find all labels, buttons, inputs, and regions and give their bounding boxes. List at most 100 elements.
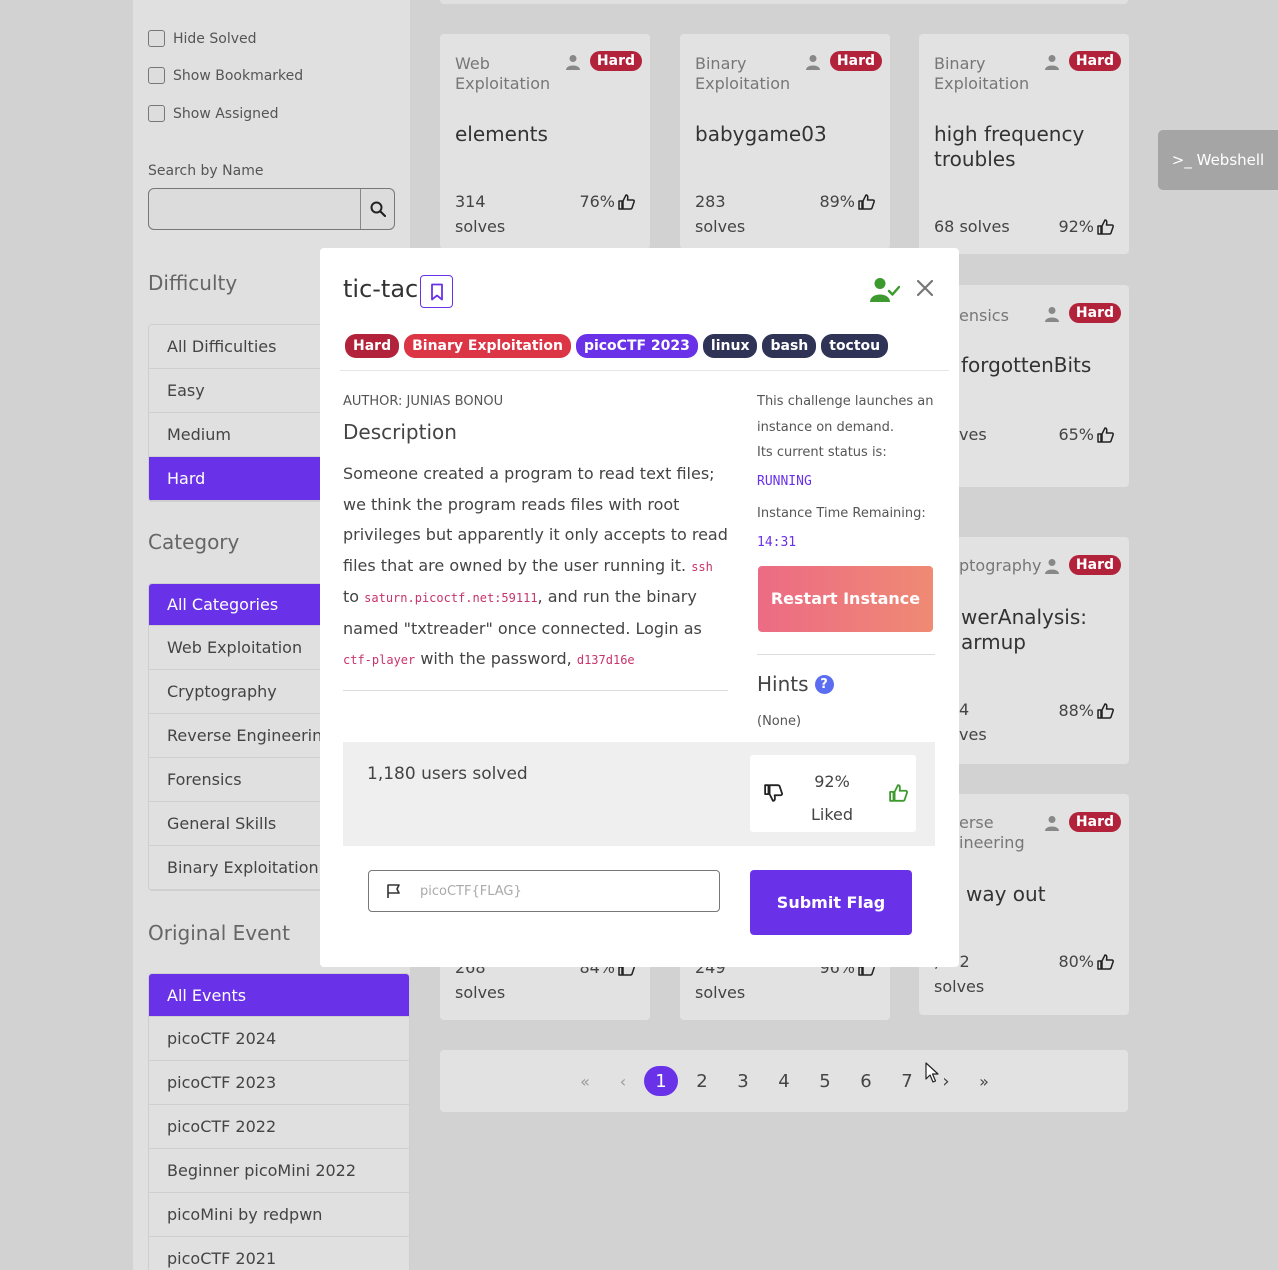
- title-line: werAnalysis:: [961, 605, 1088, 629]
- thumbs-down-icon[interactable]: [764, 784, 783, 802]
- page-2[interactable]: 2: [685, 1066, 719, 1096]
- checkbox-box[interactable]: [148, 67, 165, 84]
- page-1[interactable]: 1: [644, 1066, 678, 1096]
- thumbs-up-icon: [1097, 953, 1114, 970]
- page-5[interactable]: 5: [808, 1066, 842, 1096]
- difficulty-badge: Hard: [1068, 303, 1121, 323]
- tag-event: picoCTF 2023: [575, 334, 698, 358]
- solves-word: solves: [695, 983, 746, 1002]
- event-picomini-redpwn[interactable]: picoMini by redpwn: [149, 1193, 409, 1237]
- challenge-card[interactable]: Web Exploitation Hard elements 314 solves…: [440, 34, 650, 249]
- card-category: ptography: [959, 556, 1042, 575]
- liked-percent: 76%: [579, 192, 615, 211]
- header-divider: [340, 370, 949, 371]
- tag-difficulty: Hard: [345, 334, 400, 358]
- page-3[interactable]: 3: [726, 1066, 760, 1096]
- user-icon: [1045, 55, 1059, 70]
- last-page-button[interactable]: »: [967, 1066, 1001, 1096]
- thumbs-up-icon: [618, 193, 635, 210]
- card-liked: 92%: [1058, 217, 1114, 236]
- user-assigned-icon[interactable]: [870, 277, 900, 303]
- challenge-card[interactable]: Binary Exploitation Hard high frequency …: [919, 34, 1129, 254]
- search-box: [148, 188, 395, 230]
- instance-info: This challenge launches an instance on d…: [757, 394, 934, 435]
- search-label: Search by Name: [148, 163, 264, 179]
- card-category: Binary Exploitation: [695, 54, 791, 93]
- close-icon[interactable]: [914, 277, 936, 299]
- card-title: forgottenBits: [961, 353, 1092, 377]
- solves-count: 283: [695, 192, 726, 211]
- checkbox-label: Show Bookmarked: [173, 67, 304, 84]
- time-remaining-value: 14:31: [757, 535, 797, 550]
- password-text: with the password,: [415, 649, 577, 668]
- restart-instance-button[interactable]: Restart Instance: [758, 566, 933, 632]
- liked-summary: 92% Liked: [802, 765, 862, 831]
- solves-word: solves: [455, 983, 506, 1002]
- description-text: Someone created a program to read text f…: [343, 464, 728, 575]
- card-liked: 65%: [1058, 425, 1114, 444]
- solves-count: 4: [959, 700, 970, 719]
- tag-category: Binary Exploitation: [404, 334, 571, 358]
- show-bookmarked-checkbox[interactable]: Show Bookmarked: [148, 67, 303, 84]
- checkbox-box[interactable]: [148, 30, 165, 47]
- thumbs-up-icon[interactable]: [889, 784, 908, 802]
- show-assigned-checkbox[interactable]: Show Assigned: [148, 105, 279, 122]
- card-row-remnant: [440, 0, 1128, 4]
- instance-status: RUNNING: [757, 474, 812, 489]
- bookmark-button[interactable]: [420, 275, 453, 308]
- event-picoctf-2023[interactable]: picoCTF 2023: [149, 1061, 409, 1105]
- solves-word: ves: [959, 725, 987, 744]
- search-input[interactable]: [149, 189, 361, 229]
- solves-word: solves: [934, 977, 985, 996]
- checkbox-label: Hide Solved: [173, 30, 257, 47]
- solves-count: 314: [455, 192, 486, 211]
- card-solves: 4 ves: [959, 697, 987, 747]
- submit-flag-button[interactable]: Submit Flag: [750, 870, 912, 935]
- card-category: ensics: [959, 306, 1009, 325]
- card-category: erse ineering: [959, 813, 1079, 853]
- category-line: ineering: [959, 833, 1025, 852]
- event-list: All Events picoCTF 2024 picoCTF 2023 pic…: [148, 973, 410, 1270]
- mouse-cursor-icon: [925, 1062, 939, 1083]
- event-beginner-picomini-2022[interactable]: Beginner picoMini 2022: [149, 1149, 409, 1193]
- card-category: Web Exploitation: [455, 54, 551, 93]
- card-liked: 88%: [1058, 701, 1114, 720]
- liked-percent: 65%: [1058, 425, 1094, 444]
- prev-page-button[interactable]: ‹: [606, 1066, 640, 1096]
- category-line: erse: [959, 813, 994, 832]
- first-page-button[interactable]: «: [568, 1066, 602, 1096]
- card-solves: 314 solves: [455, 189, 505, 239]
- card-title: babygame03: [695, 122, 827, 146]
- bookmark-icon: [430, 283, 443, 300]
- search-button[interactable]: [360, 189, 394, 229]
- event-picoctf-2021[interactable]: picoCTF 2021: [149, 1237, 409, 1270]
- page-4[interactable]: 4: [767, 1066, 801, 1096]
- checkbox-box[interactable]: [148, 105, 165, 122]
- thumbs-up-icon: [1097, 426, 1114, 443]
- difficulty-badge: Hard: [589, 51, 642, 71]
- hide-solved-checkbox[interactable]: Hide Solved: [148, 30, 257, 47]
- hints-value: (None): [757, 714, 802, 729]
- user-icon: [1045, 559, 1059, 574]
- event-heading: Original Event: [148, 921, 290, 945]
- event-picoctf-2022[interactable]: picoCTF 2022: [149, 1105, 409, 1149]
- card-title: elements: [455, 122, 548, 146]
- flag-icon: [387, 884, 400, 898]
- page-7[interactable]: 7: [890, 1066, 924, 1096]
- card-solves: 68 solves: [934, 217, 1010, 236]
- flag-input[interactable]: picoCTF{FLAG}: [368, 870, 720, 912]
- page-6[interactable]: 6: [849, 1066, 883, 1096]
- card-title: werAnalysis: armup: [961, 605, 1146, 655]
- users-solved: 1,180 users solved: [367, 764, 528, 784]
- liked-label: Liked: [810, 805, 854, 824]
- help-icon[interactable]: ?: [814, 674, 834, 694]
- liked-percent: 88%: [1058, 701, 1094, 720]
- event-all[interactable]: All Events: [149, 974, 409, 1017]
- challenge-card[interactable]: Binary Exploitation Hard babygame03 283 s…: [680, 34, 890, 249]
- card-liked: 76%: [579, 192, 635, 211]
- webshell-button[interactable]: >_ Webshell: [1158, 130, 1278, 190]
- challenge-modal: tic-tac Hard Binary Exploitation picoCTF…: [320, 248, 959, 967]
- event-picoctf-2024[interactable]: picoCTF 2024: [149, 1017, 409, 1061]
- difficulty-badge: Hard: [1068, 51, 1121, 71]
- category-heading: Category: [148, 530, 240, 554]
